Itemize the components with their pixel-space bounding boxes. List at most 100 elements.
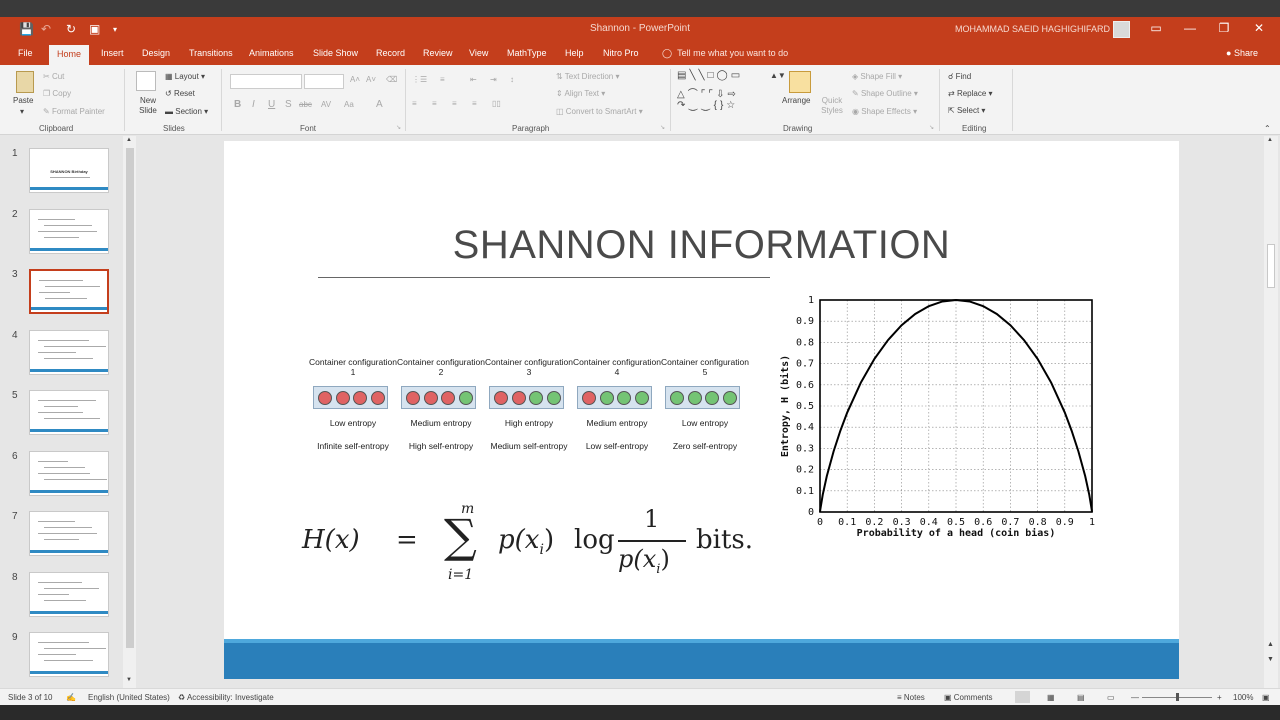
accessibility-status[interactable]: ♻ Accessibility: Investigate [178,693,274,702]
container-box[interactable] [665,386,740,409]
tab-nitro-pro[interactable]: Nitro Pro [603,48,639,58]
maximize-icon[interactable]: ❐ [1214,21,1234,35]
slide-scroll-thumb[interactable] [1267,244,1275,288]
tab-slide-show[interactable]: Slide Show [313,48,358,58]
font-dialog-launcher-icon[interactable]: ↘ [396,124,401,131]
collapse-ribbon-icon[interactable]: ⌃ [1264,124,1271,133]
tab-insert[interactable]: Insert [101,48,124,58]
zoom-slider-handle[interactable] [1176,693,1179,701]
entropy-chart[interactable]: 0 0.1 0.2 0.3 0.4 0.5 0.6 0.7 0.8 0.9 1 0 0.1 0.2 0.3 0… [774,291,1104,546]
spelling-icon[interactable]: ✍ [66,693,76,702]
container-box[interactable] [401,386,476,409]
align-left-icon[interactable]: ≡ [412,99,417,108]
decrease-font-icon[interactable]: A˅ [366,75,376,84]
shape-fill-button[interactable]: ◈ Shape Fill ▾ [852,72,902,81]
reading-view-icon[interactable]: ▤ [1077,693,1085,702]
ribbon-display-icon[interactable]: ▭ [1146,21,1166,35]
tab-record[interactable]: Record [376,48,405,58]
container-box[interactable] [313,386,388,409]
slide-thumbnail-7[interactable] [29,511,109,556]
save-icon[interactable]: 💾 [19,22,34,36]
shapes-gallery[interactable]: ▤╲╲□◯▭ △⌒⌜⌜⇩⇨ ↷⏝⏝{}☆ [677,70,777,118]
start-from-beginning-icon[interactable]: ▣ [89,22,100,36]
zoom-out-icon[interactable]: — [1131,693,1139,702]
drawing-dialog-launcher-icon[interactable]: ↘ [929,124,934,131]
font-size-dropdown[interactable] [304,74,344,89]
comments-button[interactable]: ▣ Comments [944,693,992,702]
slide-title[interactable]: SHANNON INFORMATION [224,223,1179,268]
change-case-button[interactable]: Aa [344,100,354,109]
slide-canvas[interactable]: SHANNON INFORMATION Container configurat… [224,141,1179,679]
scroll-up-icon[interactable]: ▲ [126,137,132,143]
thumbnail-scroll-thumb[interactable] [126,148,134,648]
tab-review[interactable]: Review [423,48,453,58]
slide-thumbnail-9[interactable] [29,632,109,677]
italic-button[interactable]: I [252,99,255,110]
character-spacing-button[interactable]: AV [321,100,331,109]
minimize-icon[interactable]: — [1180,21,1200,35]
increase-font-icon[interactable]: A˄ [350,75,360,84]
slide-show-icon[interactable]: ▭ [1107,693,1115,702]
share-button[interactable]: ● Share [1226,48,1258,58]
arrange-button[interactable]: Arrange [782,96,810,105]
slide-thumbnail-3[interactable] [29,269,109,314]
tab-help[interactable]: Help [565,48,584,58]
shadow-button[interactable]: S [285,99,292,110]
slide-scrollbar[interactable]: ▲ ▲ ▼ [1264,136,1278,688]
slide-thumbnail-8[interactable] [29,571,109,617]
paste-dropdown-icon[interactable]: ▾ [20,107,24,116]
bold-button[interactable]: B [234,99,241,110]
paste-icon[interactable] [16,71,34,93]
font-color-button[interactable]: A [376,99,383,110]
zoom-level[interactable]: 100% [1233,693,1253,702]
arrange-icon[interactable] [789,71,811,93]
avatar[interactable] [1113,21,1130,38]
select-button[interactable]: ⇱ Select ▾ [948,106,985,115]
underline-button[interactable]: U [268,99,275,110]
slide-thumbnail-4[interactable] [29,329,109,375]
bullets-icon[interactable]: ⋮☰ [412,75,427,84]
align-text-button[interactable]: ⇕ Align Text ▾ [556,89,605,98]
text-direction-button[interactable]: ⇅ Text Direction ▾ [556,72,620,81]
layout-button[interactable]: ▦ Layout ▾ [165,72,205,81]
justify-icon[interactable]: ≡ [472,99,477,108]
clear-formatting-icon[interactable]: ⌫ [386,75,397,84]
line-spacing-icon[interactable]: ↕ [510,75,514,84]
font-name-dropdown[interactable] [230,74,302,89]
next-slide-icon[interactable]: ▼ [1267,656,1274,663]
zoom-in-icon[interactable]: + [1217,693,1222,702]
strikethrough-button[interactable]: abc [299,100,312,109]
tab-transitions[interactable]: Transitions [189,48,233,58]
slide-thumbnail-1[interactable]: SHANNON Birthday [29,148,109,193]
scroll-down-icon[interactable]: ▼ [126,677,132,683]
tab-home[interactable]: Home [49,45,90,65]
convert-smartart-button[interactable]: ◫ Convert to SmartArt ▾ [556,107,643,116]
tell-me-search[interactable]: ◯ Tell me what you want to do [662,48,788,59]
undo-icon[interactable]: ↶ [41,22,51,36]
paragraph-dialog-launcher-icon[interactable]: ↘ [660,124,665,131]
customize-toolbar-icon[interactable]: ▾ [113,25,117,34]
notes-button[interactable]: ≡ Notes [897,693,925,702]
section-button[interactable]: ▬ Section ▾ [165,107,208,116]
reset-button[interactable]: ↺ Reset [165,89,195,98]
new-slide-icon[interactable] [136,71,156,91]
slide-thumbnail-5[interactable] [29,390,109,435]
paste-button[interactable]: Paste [13,96,33,105]
align-center-icon[interactable]: ≡ [432,99,437,108]
user-name[interactable]: MOHAMMAD SAEID HAGHIGHIFARD [955,24,1110,34]
tab-mathtype[interactable]: MathType [507,48,547,58]
cut-button[interactable]: ✂ Cut [43,72,64,81]
fit-slide-icon[interactable]: ▣ [1262,693,1270,702]
thumbnail-scrollbar[interactable]: ▲ ▼ [123,136,136,688]
tab-animations[interactable]: Animations [249,48,294,58]
shape-effects-button[interactable]: ◉ Shape Effects ▾ [852,107,917,116]
find-button[interactable]: ☌ Find [948,72,971,81]
slide-sorter-icon[interactable]: ▦ [1047,693,1055,702]
columns-icon[interactable]: ▯▯ [492,99,501,108]
tab-design[interactable]: Design [142,48,170,58]
tab-file[interactable]: File [18,48,33,58]
language-status[interactable]: English (United States) [88,693,170,702]
tab-view[interactable]: View [469,48,488,58]
slide-scroll-up-icon[interactable]: ▲ [1267,137,1273,143]
quick-styles-button[interactable]: Quick Styles [817,96,847,116]
